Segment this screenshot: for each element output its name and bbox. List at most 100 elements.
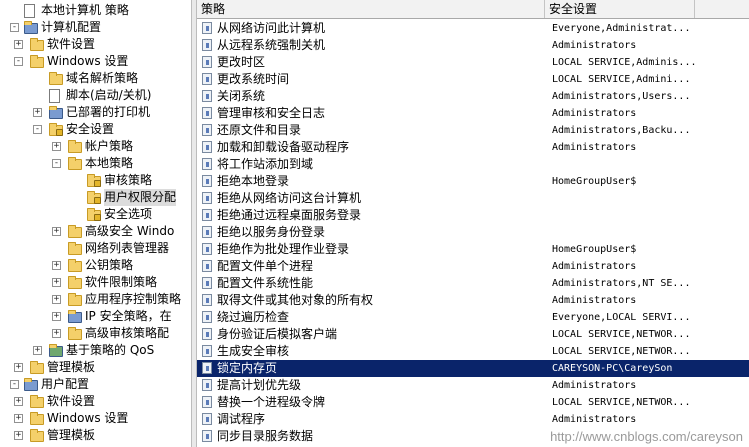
expand-icon[interactable]: + [14,363,23,372]
tree-node[interactable]: 域名解析策略 [0,70,191,87]
tree-node[interactable]: - 本地策略 [0,155,191,172]
policy-row[interactable]: 拒绝本地登录 HomeGroupUser$ [197,173,749,190]
expand-icon[interactable]: + [14,431,23,440]
tree-node-label: 软件设置 [47,37,96,51]
policy-security-setting: Administrators,Users... [552,91,691,102]
tree-node[interactable]: - 计算机配置 [0,19,191,36]
tree-node[interactable]: + 基于策略的 QoS [0,342,191,359]
tree-node[interactable]: - 安全设置 [0,121,191,138]
tree-node-label: 安全设置 [66,122,115,136]
tree-node[interactable]: + 软件设置 [0,36,191,53]
policy-row[interactable]: 更改系统时间 LOCAL SERVICE,Admini... [197,71,749,88]
policy-name: 管理审核和安全日志 [217,106,326,120]
policy-icon [202,430,212,442]
tree-node[interactable]: 审核策略 [0,172,191,189]
tree-node-label: 帐户策略 [85,139,134,153]
policy-row[interactable]: 拒绝从网络访问这台计算机 [197,190,749,207]
collapse-icon[interactable]: - [10,380,19,389]
policy-row[interactable]: 配置文件单个进程 Administrators [197,258,749,275]
tree-node[interactable]: + 软件限制策略 [0,274,191,291]
column-security-setting[interactable]: 安全设置 [545,0,695,18]
expand-icon[interactable]: + [52,227,61,236]
tree-node-label: 公钥策略 [85,258,134,272]
expand-icon[interactable]: + [52,142,61,151]
expand-icon[interactable]: + [52,312,61,321]
folder-icon [68,225,82,238]
tree-node[interactable]: + 帐户策略 [0,138,191,155]
policy-name: 还原文件和目录 [217,123,302,137]
policy-row[interactable]: 从远程系统强制关机 Administrators [197,37,749,54]
tree-node[interactable]: + 高级审核策略配 [0,325,191,342]
tree-node[interactable]: + 高级安全 Windo [0,223,191,240]
policy-row[interactable]: 加载和卸载设备驱动程序 Administrators [197,139,749,156]
lock-folder-icon [87,174,101,187]
tree-node[interactable]: + 管理模板 [0,359,191,376]
policy-icon [202,107,212,119]
policy-name: 替换一个进程级令牌 [217,395,326,409]
expand-icon[interactable]: + [52,261,61,270]
tree-node-label: 管理模板 [47,360,96,374]
policy-name: 生成安全审核 [217,344,290,358]
policy-row[interactable]: 还原文件和目录 Administrators,Backu... [197,122,749,139]
policy-row[interactable]: 身份验证后模拟客户端 LOCAL SERVICE,NETWOR... [197,326,749,343]
tree-node[interactable]: 网络列表管理器 [0,240,191,257]
collapse-icon[interactable]: - [14,57,23,66]
policy-row[interactable]: 将工作站添加到域 [197,156,749,173]
tree-node[interactable]: 用户权限分配 [0,189,191,206]
expand-icon[interactable]: + [52,329,61,338]
expand-icon[interactable]: + [14,40,23,49]
tree-node[interactable]: + 公钥策略 [0,257,191,274]
tree-node[interactable]: + 应用程序控制策略 [0,291,191,308]
folder-icon [68,327,82,340]
policy-row[interactable]: 从网络访问此计算机 Everyone,Administrat... [197,20,749,37]
expand-icon[interactable]: + [33,346,42,355]
tree-node-label: 本地策略 [85,156,134,170]
policy-icon [202,175,212,187]
tree-node[interactable]: + IP 安全策略，在 [0,308,191,325]
tree-node-label: Windows 设置 [47,54,129,68]
column-policy[interactable]: 策略 [197,0,545,18]
policy-icon [202,39,212,51]
policy-row[interactable]: 管理审核和安全日志 Administrators [197,105,749,122]
policy-row[interactable]: 配置文件系统性能 Administrators,NT SE... [197,275,749,292]
tree-node[interactable]: 安全选项 [0,206,191,223]
policy-security-setting: Everyone,Administrat... [552,23,691,34]
policy-row[interactable]: 提高计划优先级 Administrators [197,377,749,394]
policy-row[interactable]: 关闭系统 Administrators,Users... [197,88,749,105]
tree-node[interactable]: + 已部署的打印机 [0,104,191,121]
tree-node[interactable]: - Windows 设置 [0,53,191,70]
tree-node[interactable]: 脚本(启动/关机) [0,87,191,104]
policy-row[interactable]: 锁定内存页 CAREYSON-PC\CareySon [197,360,749,377]
collapse-icon[interactable]: - [33,125,42,134]
policy-row[interactable]: 拒绝以服务身份登录 [197,224,749,241]
lock-folder-icon [87,191,101,204]
expand-icon[interactable]: + [14,414,23,423]
policy-row[interactable]: 绕过遍历检查 Everyone,LOCAL SERVI... [197,309,749,326]
policy-security-setting: Administrators [552,295,637,306]
policy-icon [202,90,212,102]
policy-row[interactable]: 拒绝通过远程桌面服务登录 [197,207,749,224]
tree-node[interactable]: + Windows 设置 [0,410,191,427]
console-tree[interactable]: 本地计算机 策略 - 计算机配置 + 软件设置 - Windows 设置 域名解析策略 脚本(启… [0,0,191,447]
collapse-icon[interactable]: - [52,159,61,168]
expand-icon[interactable]: + [14,397,23,406]
expand-icon[interactable]: + [52,278,61,287]
tree-node[interactable]: + 管理模板 [0,427,191,444]
policy-icon [202,243,212,255]
policy-name: 更改系统时间 [217,72,290,86]
policy-row[interactable]: 生成安全审核 LOCAL SERVICE,NETWOR... [197,343,749,360]
policy-row[interactable]: 更改时区 LOCAL SERVICE,Adminis... [197,54,749,71]
policy-row[interactable]: 替换一个进程级令牌 LOCAL SERVICE,NETWOR... [197,394,749,411]
tree-node[interactable]: - 用户配置 [0,376,191,393]
collapse-icon[interactable]: - [10,23,19,32]
tree-node[interactable]: 本地计算机 策略 [0,2,191,19]
policy-row[interactable]: 取得文件或其他对象的所有权 Administrators [197,292,749,309]
expand-icon[interactable]: + [33,108,42,117]
policy-icon [202,396,212,408]
expand-icon[interactable]: + [52,295,61,304]
script-icon [49,89,60,103]
policy-row[interactable]: 拒绝作为批处理作业登录 HomeGroupUser$ [197,241,749,258]
tree-node[interactable]: + 软件设置 [0,393,191,410]
policy-name: 拒绝本地登录 [217,174,290,188]
policy-row[interactable]: 调试程序 Administrators [197,411,749,428]
